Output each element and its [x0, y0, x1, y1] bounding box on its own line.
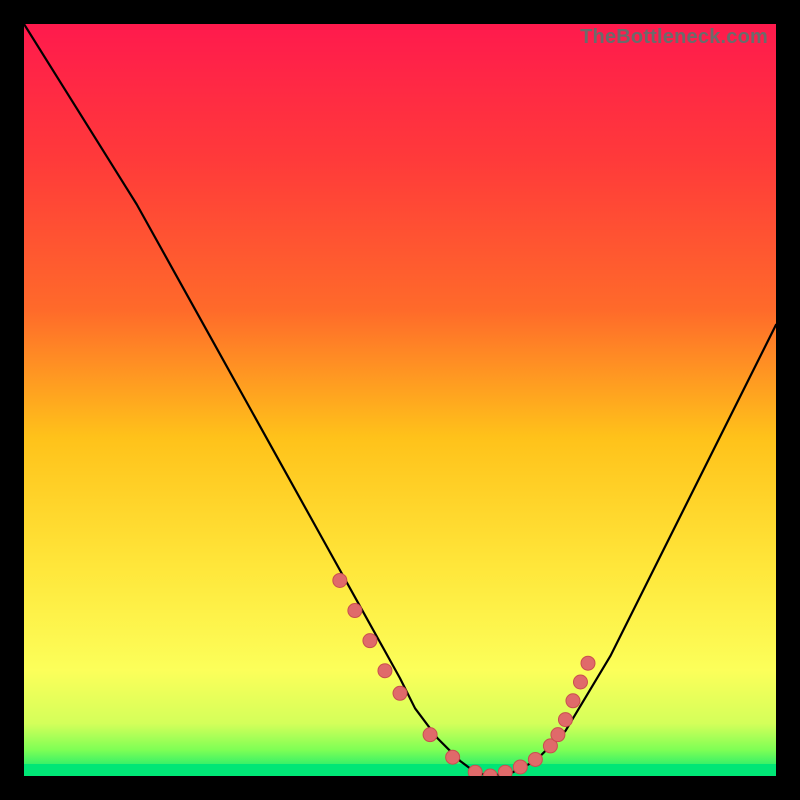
- dot: [423, 728, 437, 742]
- dot: [393, 686, 407, 700]
- dot: [551, 728, 565, 742]
- dot: [333, 573, 347, 587]
- dot: [581, 656, 595, 670]
- dot: [558, 713, 572, 727]
- dot: [348, 604, 362, 618]
- watermark-text: TheBottleneck.com: [580, 26, 768, 49]
- dot: [446, 750, 460, 764]
- plot-area: [24, 24, 776, 776]
- chart-frame: TheBottleneck.com: [24, 24, 776, 776]
- dot: [573, 675, 587, 689]
- dot: [566, 694, 580, 708]
- gradient-background: [24, 24, 776, 776]
- dot: [528, 752, 542, 766]
- chart-svg: [24, 24, 776, 776]
- dot: [378, 664, 392, 678]
- dot: [513, 760, 527, 774]
- bottom-band: [24, 764, 776, 776]
- dot: [468, 765, 482, 776]
- dot: [498, 765, 512, 776]
- dot: [363, 634, 377, 648]
